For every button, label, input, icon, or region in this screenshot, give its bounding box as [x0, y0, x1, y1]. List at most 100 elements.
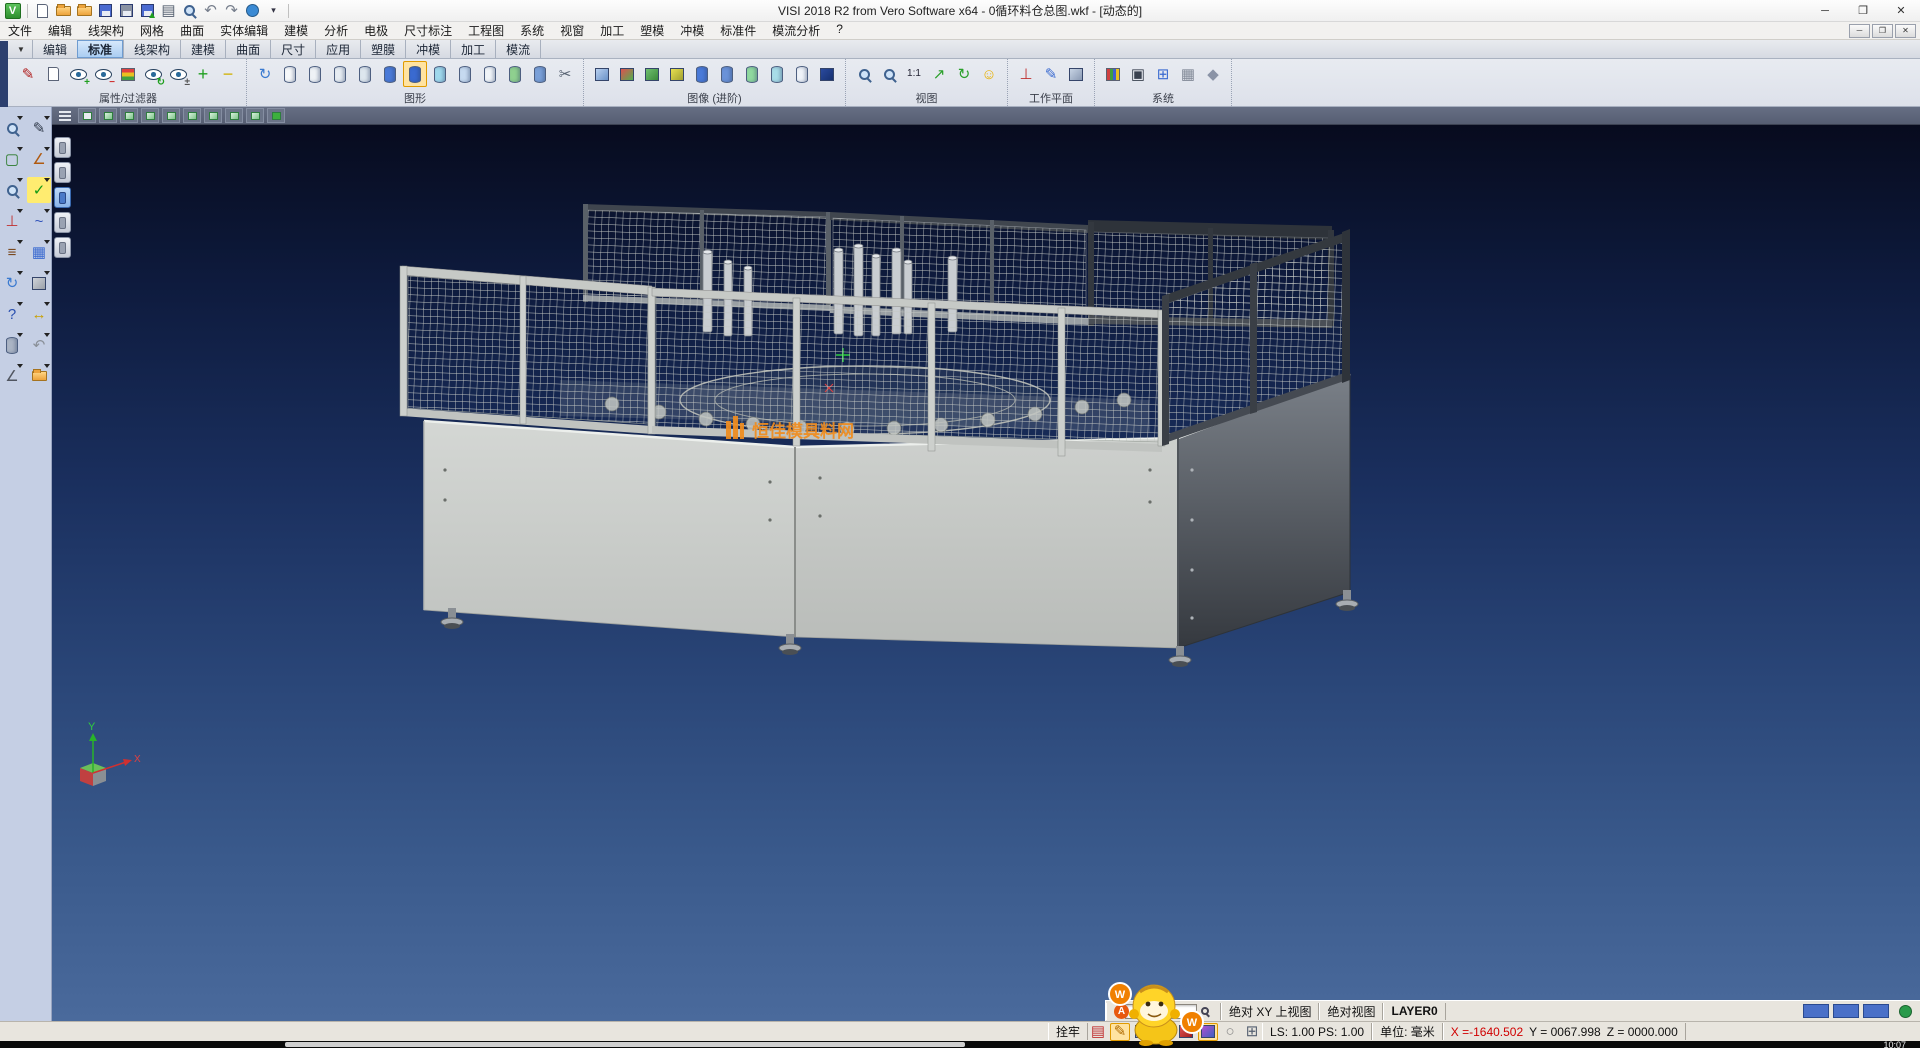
app-sync-icon[interactable] — [243, 1, 262, 20]
zoom-all-icon[interactable] — [877, 61, 901, 87]
window-split-icon[interactable]: ⊞ — [1242, 1023, 1262, 1041]
import-file-icon[interactable] — [75, 1, 94, 20]
ucs-icon[interactable]: ⊥ — [0, 208, 24, 234]
hide-entities-icon[interactable]: − — [91, 61, 115, 87]
filter-trafficlight-icon[interactable] — [116, 61, 140, 87]
shaded-view-icon[interactable] — [378, 61, 402, 87]
undo-icon[interactable]: ↶ — [201, 1, 220, 20]
attributes-brush-icon[interactable]: ✎ — [16, 61, 40, 87]
taskbar-segment[interactable] — [285, 1042, 965, 1047]
validate-icon[interactable]: ✓ — [27, 177, 51, 203]
menu-item-5[interactable]: 实体编辑 — [212, 22, 276, 39]
analysis-view-icon[interactable] — [503, 61, 527, 87]
adv-dark-cube-icon[interactable] — [815, 61, 839, 87]
new-file-icon[interactable] — [33, 1, 52, 20]
view-axono-icon[interactable] — [246, 108, 264, 123]
tab-7[interactable]: 塑膜 — [360, 40, 405, 58]
tab-2[interactable]: 线架构 — [123, 40, 180, 58]
hide-all-icon[interactable]: − — [216, 61, 240, 87]
mdi-close-button[interactable]: ✕ — [1895, 24, 1916, 38]
color-swatch-2[interactable] — [1863, 1004, 1889, 1018]
copy-attributes-icon[interactable] — [41, 61, 65, 87]
snap-settings-icon[interactable]: ⊞ — [1151, 61, 1175, 87]
view-right-icon[interactable] — [162, 108, 180, 123]
mesh-view-icon[interactable] — [478, 61, 502, 87]
solid-icon[interactable] — [27, 270, 51, 296]
view-mode-indicator[interactable]: 绝对 XY 上视图 — [1221, 1003, 1319, 1020]
units-indicator[interactable]: 单位: 毫米 — [1372, 1023, 1443, 1040]
menu-item-4[interactable]: 曲面 — [172, 22, 212, 39]
layers-window-icon[interactable]: ▦ — [27, 239, 51, 265]
menu-item-11[interactable]: 系统 — [512, 22, 552, 39]
view-front-icon[interactable] — [120, 108, 138, 123]
palette-toggle-5-icon[interactable] — [54, 237, 71, 258]
open-file-icon[interactable] — [54, 1, 73, 20]
preview-icon[interactable] — [180, 1, 199, 20]
tab-4[interactable]: 曲面 — [225, 40, 270, 58]
menu-item-16[interactable]: 标准件 — [712, 22, 764, 39]
adv-check-cyl-icon[interactable] — [740, 61, 764, 87]
plane-icon[interactable]: ▢ — [0, 146, 24, 172]
adv-refresh-cube-icon[interactable] — [640, 61, 664, 87]
layer-indicator[interactable]: LAYER0 — [1383, 1003, 1445, 1020]
view-shaded-icon[interactable] — [267, 108, 285, 123]
menu-item-13[interactable]: 加工 — [592, 22, 632, 39]
attributes-icon[interactable]: ≡ — [0, 239, 24, 265]
regenerate-icon[interactable]: ↻ — [0, 270, 24, 296]
tab-3[interactable]: 建模 — [180, 40, 225, 58]
save-as-icon[interactable] — [117, 1, 136, 20]
tab-6[interactable]: 应用 — [315, 40, 360, 58]
zoom-dynamic-icon[interactable] — [0, 177, 24, 203]
scale-indicator[interactable]: LS: 1.00 PS: 1.00 — [1262, 1023, 1372, 1040]
navigate-icon[interactable]: ∠ — [0, 363, 24, 389]
clip-plane-icon[interactable]: ✂ — [553, 61, 577, 87]
redraw-icon[interactable]: ↻ — [253, 61, 277, 87]
toolbar-dropdown-icon[interactable]: ▼ — [10, 40, 32, 58]
palette-toggle-1-icon[interactable] — [54, 137, 71, 158]
view-bottom-icon[interactable] — [225, 108, 243, 123]
menu-item-18[interactable]: ? — [828, 22, 851, 36]
lock-toggle[interactable]: 拴牢 — [1048, 1023, 1088, 1040]
undo-view-icon[interactable]: ↶ — [27, 332, 51, 358]
adv-shaded-cyl-icon[interactable] — [690, 61, 714, 87]
view-iso-icon[interactable] — [99, 108, 117, 123]
menu-item-12[interactable]: 视窗 — [552, 22, 592, 39]
menu-item-7[interactable]: 分析 — [316, 22, 356, 39]
view-left-icon[interactable] — [183, 108, 201, 123]
close-button[interactable]: ✕ — [1882, 0, 1920, 21]
mdi-restore-button[interactable]: ❐ — [1872, 24, 1893, 38]
adv-curve-cube-icon[interactable] — [590, 61, 614, 87]
delete-icon[interactable] — [0, 332, 24, 358]
tab-1[interactable]: 标准 — [77, 40, 123, 58]
view-preferences-icon[interactable]: ☺ — [977, 61, 1001, 87]
dashed-hidden-view-icon[interactable] — [328, 61, 352, 87]
save-file-icon[interactable] — [96, 1, 115, 20]
flat-view-icon[interactable] — [453, 61, 477, 87]
view-blank-icon[interactable] — [78, 108, 96, 123]
hidden-line-view-icon[interactable] — [303, 61, 327, 87]
zoom-1-1-icon[interactable]: 1:1 — [902, 61, 926, 87]
qat-dropdown-icon[interactable]: ▾ — [264, 1, 283, 20]
menu-item-9[interactable]: 尺寸标注 — [396, 22, 460, 39]
tab-8[interactable]: 冲模 — [405, 40, 450, 58]
palette-toggle-2-icon[interactable] — [54, 162, 71, 183]
adv-plusminus-cube-icon[interactable] — [665, 61, 689, 87]
menu-item-15[interactable]: 冲模 — [672, 22, 712, 39]
adv-traffic-cube-icon[interactable] — [615, 61, 639, 87]
view-back-icon[interactable] — [204, 108, 222, 123]
viewport-menu-icon[interactable] — [55, 108, 75, 124]
invert-visibility-icon[interactable]: ± — [166, 61, 190, 87]
adv-page-cyl-icon[interactable] — [765, 61, 789, 87]
show-entities-icon[interactable]: + — [66, 61, 90, 87]
menu-item-3[interactable]: 网格 — [132, 22, 172, 39]
idea-icon[interactable]: ○ — [1220, 1023, 1240, 1041]
maximize-button[interactable]: ❐ — [1844, 0, 1882, 21]
perspective-grid-icon[interactable]: ◆ — [1201, 61, 1225, 87]
shaded-edges-view-icon[interactable] — [403, 61, 427, 87]
color-swatch-0[interactable] — [1803, 1004, 1829, 1018]
transparent-view-icon[interactable] — [428, 61, 452, 87]
tab-10[interactable]: 模流 — [495, 40, 541, 58]
wireframe-view-icon[interactable] — [278, 61, 302, 87]
color-swatch-1[interactable] — [1833, 1004, 1859, 1018]
menu-item-2[interactable]: 线架构 — [80, 22, 132, 39]
